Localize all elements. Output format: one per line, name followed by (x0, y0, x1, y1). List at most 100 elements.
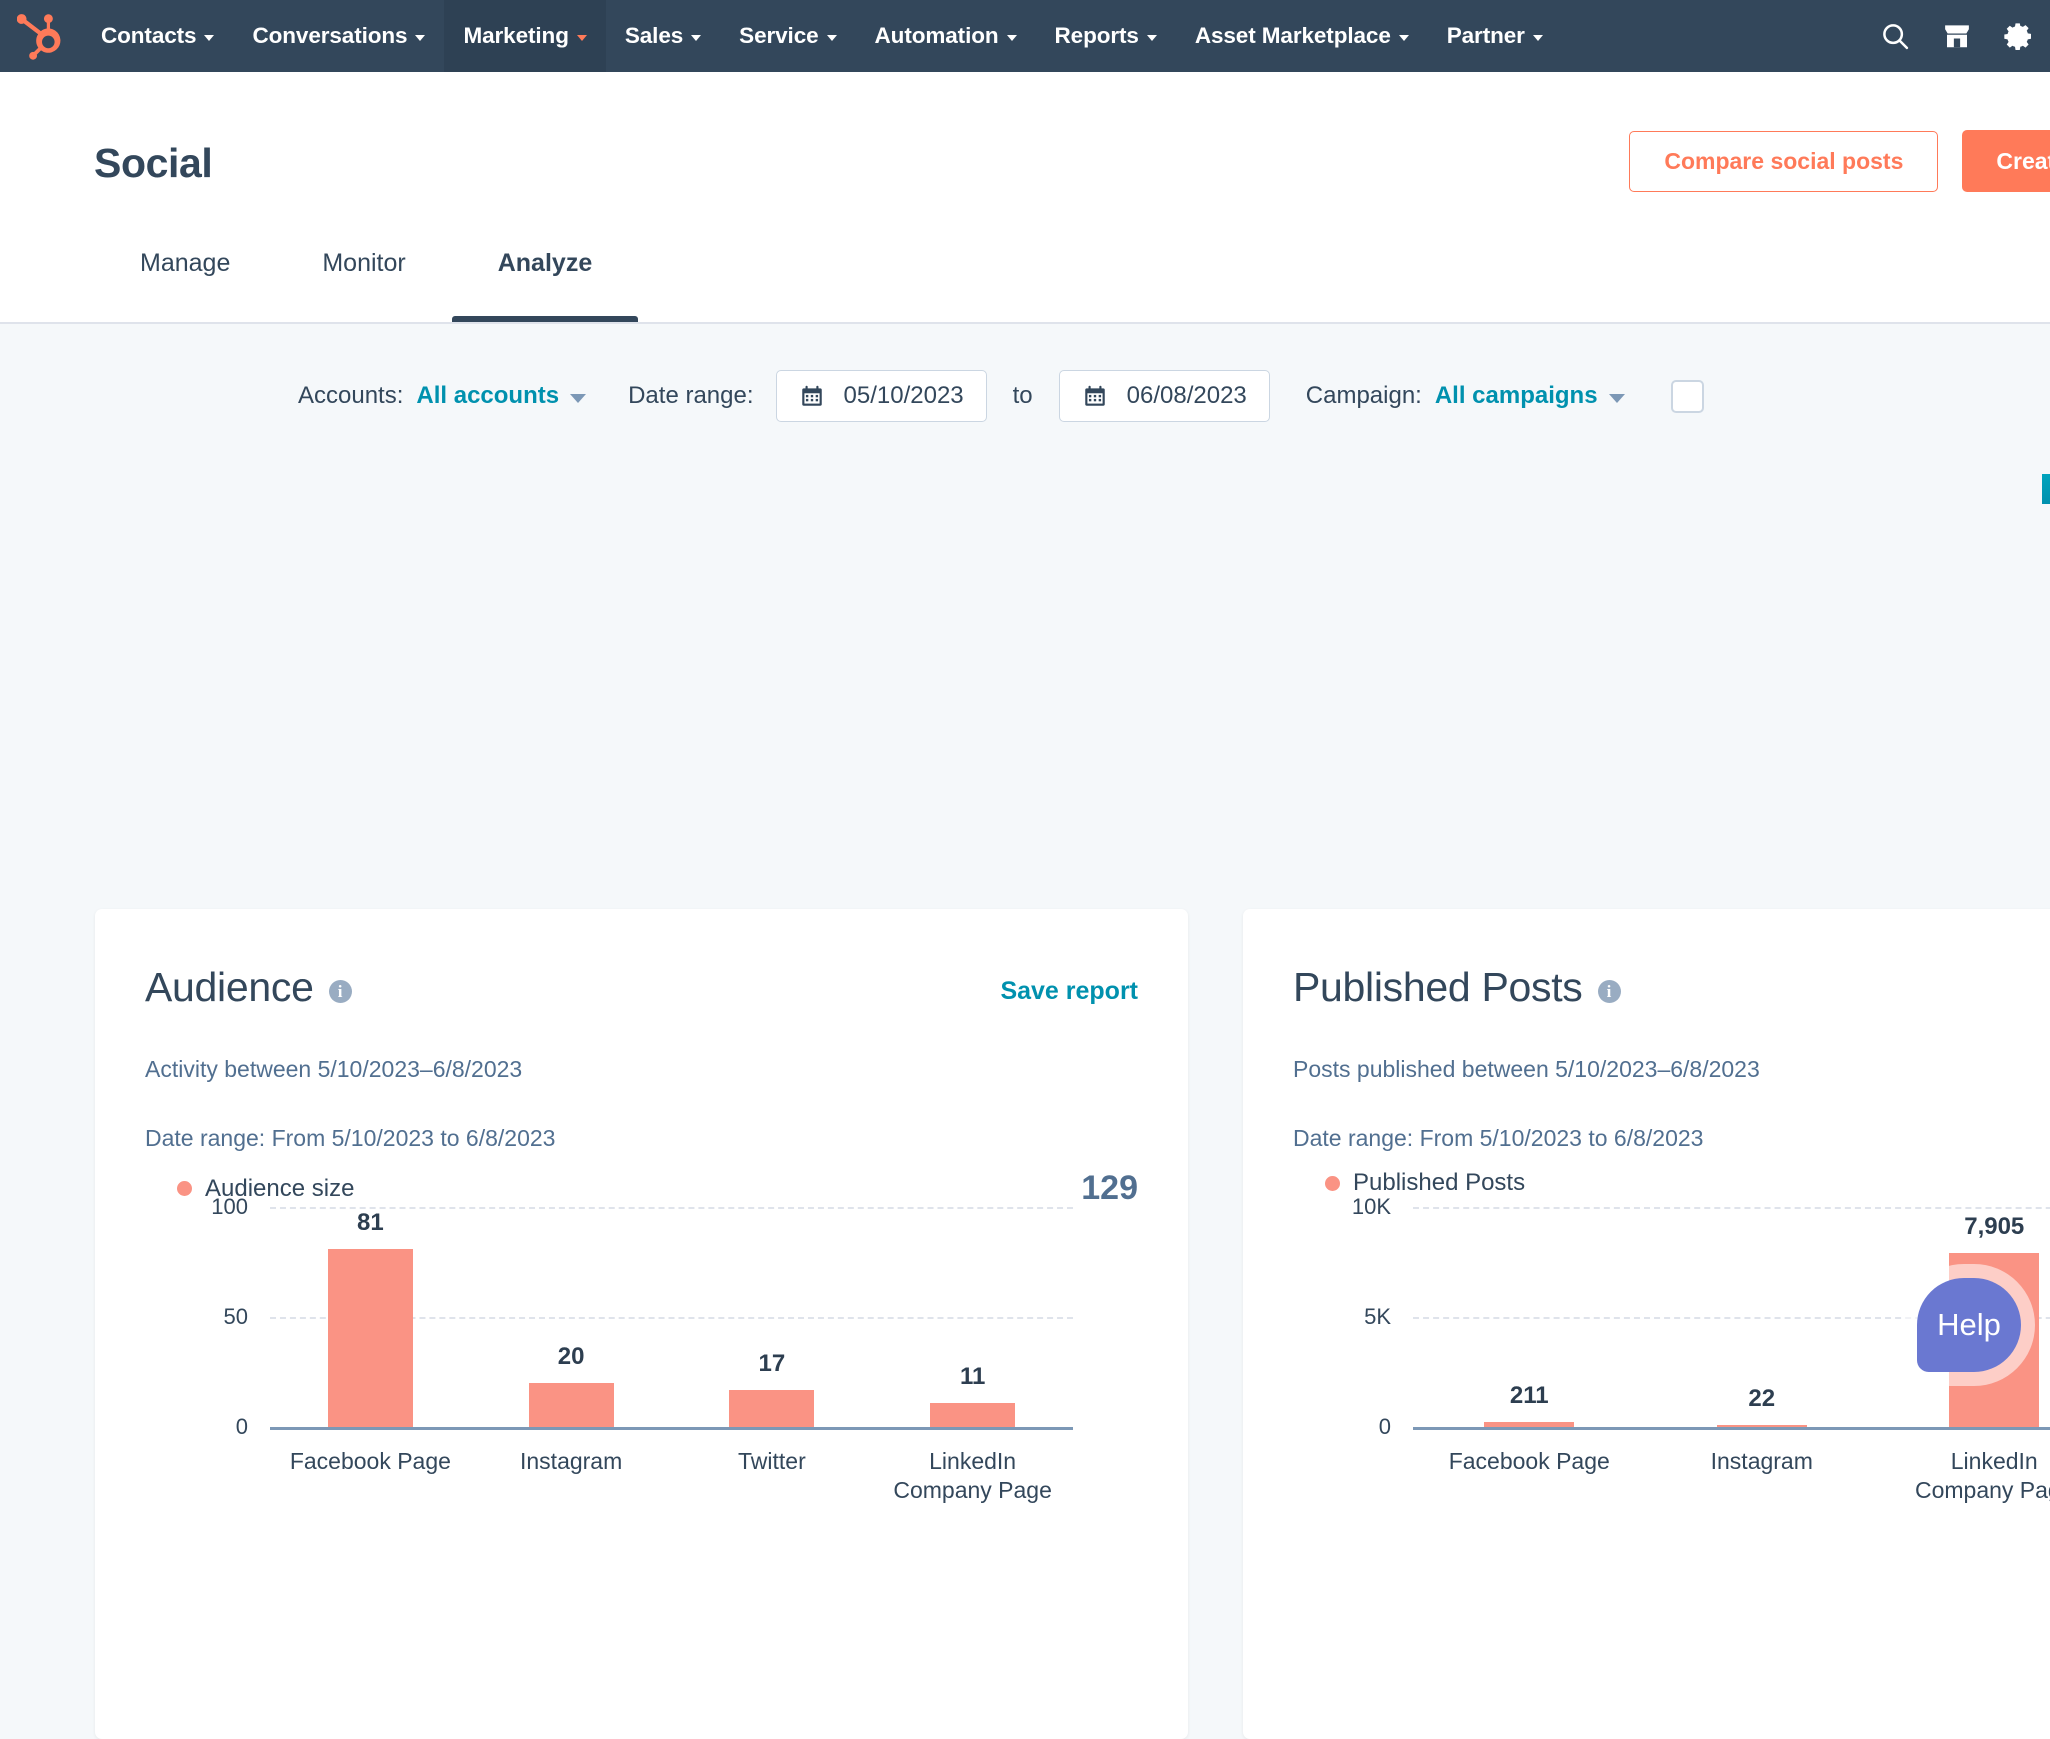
y-axis-tick-label: 5K (1364, 1304, 1391, 1329)
nav-item-contacts[interactable]: Contacts (82, 0, 233, 72)
nav-item-marketing[interactable]: Marketing (444, 0, 606, 72)
compare-social-posts-button[interactable]: Compare social posts (1629, 130, 1939, 192)
x-axis-tick-label: Instagram (519, 1448, 623, 1474)
audience-card-daterange: Date range: From 5/10/2023 to 6/8/2023 (145, 1125, 556, 1151)
info-icon[interactable]: i (1597, 980, 1621, 1003)
campaign-label: Campaign: (1305, 382, 1422, 409)
chevron-down-icon[interactable] (1608, 393, 1625, 403)
chart-bar[interactable] (930, 1402, 1016, 1427)
tab-analyze[interactable]: Analyze (451, 249, 639, 322)
x-axis-tick-label: Facebook Page (289, 1448, 451, 1474)
nav-item-label: Asset Marketplace (1194, 23, 1391, 48)
chart-gridline (1413, 1207, 2050, 1209)
y-axis-tick-label: 0 (1378, 1414, 1391, 1439)
nav-item-label: Conversations (252, 23, 408, 48)
x-axis-line (1413, 1427, 2050, 1430)
bar-value-label: 211 (1509, 1382, 1549, 1410)
nav-item-label: Contacts (101, 23, 197, 48)
chart-gridline (270, 1207, 1073, 1209)
chevron-down-icon (1398, 34, 1409, 41)
y-axis-tick-label: 50 (223, 1304, 248, 1329)
chevron-down-icon (1146, 34, 1157, 41)
chart-bar[interactable] (1716, 1425, 1807, 1427)
audience-card-title: Audience (145, 964, 314, 1010)
filter-checkbox[interactable] (1670, 379, 1704, 413)
x-axis-tick-label: LinkedInCompany Page (893, 1448, 1052, 1504)
accounts-select-value[interactable]: All accounts (416, 382, 559, 410)
hubspot-logo[interactable] (0, 0, 82, 72)
chevron-down-icon (691, 34, 702, 41)
bar-value-label: 81 (357, 1208, 384, 1236)
page-header: Social Compare social posts Create Manag… (0, 72, 2050, 322)
add-report-link-fragment[interactable] (2042, 474, 2050, 504)
x-axis-tick-label: Twitter (738, 1448, 806, 1474)
save-report-link[interactable]: Save report (1000, 977, 1138, 1006)
x-axis-tick-label: Instagram (1710, 1448, 1813, 1474)
nav-item-automation[interactable]: Automation (856, 0, 1036, 72)
bar-value-label: 22 (1748, 1385, 1776, 1412)
settings-gear-icon[interactable] (1988, 0, 2050, 72)
page-title: Social (94, 140, 213, 186)
nav-item-conversations[interactable]: Conversations (233, 0, 444, 72)
create-button[interactable]: Create (1962, 130, 2050, 192)
published-posts-bar-chart: 0 5K 10K 211 Facebook Page 22 Instagram 7,905 Li… (1243, 1169, 2050, 1739)
date-range-label: Date range: (628, 382, 754, 409)
nav-item-service[interactable]: Service (720, 0, 855, 72)
audience-bar-chart: 0 50 100 81 Facebook Page 20 Instagram 17 Twitte… (95, 1169, 1188, 1739)
chart-bar[interactable] (327, 1248, 413, 1427)
page-tabs: Manage Monitor Analyze (94, 235, 639, 322)
nav-item-label: Partner (1446, 23, 1525, 48)
chevron-down-icon (204, 34, 215, 41)
audience-card-subtitle: Activity between 5/10/2023–6/8/2023 (145, 1056, 523, 1082)
info-icon[interactable]: i (328, 980, 352, 1003)
nav-item-label: Reports (1054, 23, 1139, 48)
analyze-body: Accounts: All accounts Date range: 05/10… (0, 322, 2050, 1739)
published-posts-card-title: Published Posts (1293, 964, 1583, 1010)
chevron-down-icon (576, 34, 587, 41)
nav-item-reports[interactable]: Reports (1036, 0, 1176, 72)
date-from-input[interactable]: 05/10/2023 (775, 370, 987, 422)
published-posts-card-subtitle: Posts published between 5/10/2023–6/8/20… (1293, 1056, 1760, 1082)
search-icon[interactable] (1864, 0, 1926, 72)
nav-item-label: Marketing (463, 23, 569, 48)
y-axis-tick-label: 100 (211, 1194, 248, 1219)
accounts-label: Accounts: (298, 382, 404, 409)
chevron-down-icon (415, 34, 426, 41)
nav-item-label: Sales (624, 23, 684, 48)
audience-card-header: Audience i Save report (95, 909, 1188, 1011)
header-actions: Compare social posts Create (1629, 130, 2050, 192)
date-to-input[interactable]: 06/08/2023 (1058, 370, 1270, 422)
bar-value-label: 11 (959, 1362, 986, 1390)
calendar-icon (1084, 385, 1105, 406)
x-axis-tick-label: Facebook Page (1448, 1448, 1610, 1474)
chevron-down-icon (1006, 34, 1017, 41)
help-button[interactable]: Help (1917, 1278, 2021, 1372)
nav-right-icons (1864, 0, 2050, 72)
nav-item-sales[interactable]: Sales (606, 0, 720, 72)
chevron-down-icon[interactable] (570, 393, 587, 403)
chevron-down-icon (826, 34, 837, 41)
chart-bar[interactable] (528, 1383, 614, 1427)
hubspot-sprocket-logo (17, 14, 61, 60)
date-to-value: 06/08/2023 (1126, 382, 1247, 409)
bar-value-label: 20 (557, 1343, 585, 1370)
chart-bar[interactable] (1484, 1422, 1575, 1427)
audience-report-card: Audience i Save report Activity between … (95, 909, 1188, 1739)
x-axis-line (270, 1427, 1073, 1430)
published-posts-card-header: Published Posts i (1243, 909, 2050, 1011)
marketplace-icon[interactable] (1926, 0, 1988, 72)
bar-value-label: 7,905 (1964, 1213, 2025, 1241)
date-to-label: to (1012, 382, 1033, 409)
chevron-down-icon (1532, 34, 1543, 41)
bar-value-label: 17 (758, 1349, 786, 1377)
nav-item-asset-marketplace[interactable]: Asset Marketplace (1176, 0, 1428, 72)
chart-bar[interactable] (729, 1389, 815, 1427)
tab-manage[interactable]: Manage (94, 249, 276, 322)
nav-item-partner[interactable]: Partner (1428, 0, 1562, 72)
published-posts-card-daterange: Date range: From 5/10/2023 to 6/8/2023 (1293, 1125, 1704, 1151)
y-axis-tick-label: 10K (1351, 1194, 1391, 1219)
filter-bar: Accounts: All accounts Date range: 05/10… (0, 370, 2050, 422)
campaign-select-value[interactable]: All campaigns (1435, 382, 1598, 410)
nav-item-label: Automation (874, 23, 999, 48)
tab-monitor[interactable]: Monitor (276, 249, 451, 322)
